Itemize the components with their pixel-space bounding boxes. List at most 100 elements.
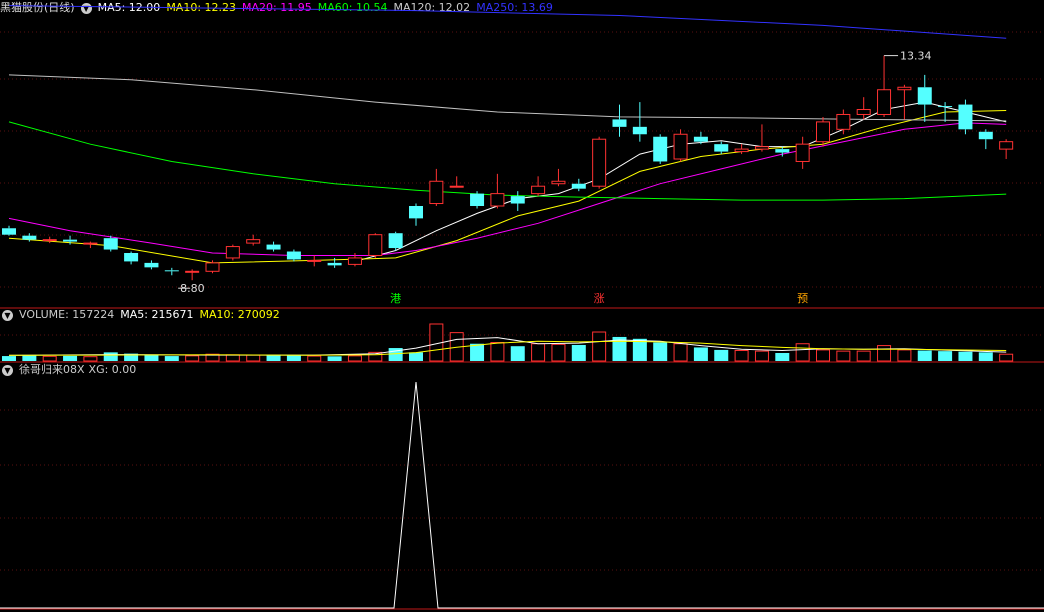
volume-bar (63, 355, 78, 361)
candle-body (246, 239, 261, 244)
ma-line-ma60 (8, 121, 1007, 201)
low-label: 8.80 (180, 282, 205, 295)
candle-body (327, 262, 342, 266)
volume-bar (917, 350, 932, 361)
ma-line-ma10 (8, 110, 1007, 264)
candle-body (836, 113, 851, 130)
candle-body (714, 144, 729, 152)
candle-body (816, 121, 830, 143)
volume-bar (653, 342, 668, 361)
ma-line-ma20 (8, 122, 1007, 256)
signal-marker: 涨 (594, 292, 605, 305)
candle-body (673, 133, 688, 160)
volume-bar (938, 351, 953, 361)
volume-bar (83, 356, 98, 362)
candle-body (592, 138, 607, 187)
volume-bar (307, 355, 322, 362)
candle-body (429, 180, 444, 205)
candle-body (917, 87, 932, 105)
volume-bar (347, 355, 362, 362)
signal-marker: 港 (390, 292, 401, 305)
candle-body (347, 257, 362, 265)
volume-bar (551, 343, 566, 362)
candle-body (368, 234, 383, 256)
candle-body (775, 149, 790, 153)
ma-line-ma250 (8, 5, 1007, 39)
volume-bar (42, 355, 57, 362)
candle-body (978, 131, 993, 140)
candle-body (510, 196, 525, 204)
candle-body (571, 183, 586, 189)
candle-body (63, 239, 78, 242)
volume-bar (775, 352, 790, 361)
candle-body (2, 228, 16, 235)
candle-body (388, 233, 403, 249)
candle-body (164, 270, 179, 272)
candle-body (144, 262, 159, 268)
volume-bar (958, 351, 973, 361)
candle-body (551, 180, 566, 185)
candle-body (286, 251, 301, 260)
volume-bar (734, 350, 749, 362)
volume-bar (286, 355, 301, 361)
candle-body (266, 244, 281, 250)
volume-bar (531, 343, 546, 362)
candle-body (307, 259, 322, 262)
candle-body (999, 141, 1014, 150)
signal-marker: 预 (797, 292, 808, 305)
volume-bar (2, 356, 16, 361)
volume-bar (714, 349, 729, 361)
stock-chart[interactable]: 13.34 8.80 港 涨 预 (0, 0, 1044, 612)
candle-body (795, 143, 810, 162)
candle-body (897, 86, 912, 91)
candle-body (612, 119, 627, 127)
ma-line-ma5 (354, 101, 1007, 262)
volume-bar (246, 354, 261, 362)
volume-bar (164, 356, 179, 361)
volume-bar (22, 355, 37, 361)
candle-body (83, 242, 98, 245)
volume-bar (470, 343, 485, 361)
volume-bar (185, 355, 200, 362)
volume-bar (856, 350, 871, 362)
candle-body (531, 185, 546, 195)
volume-bar (409, 352, 423, 361)
candle-body (490, 193, 505, 207)
volume-bar (999, 353, 1014, 362)
volume-bar (897, 349, 912, 362)
candle-body (754, 146, 769, 150)
volume-ma-line (8, 337, 1007, 356)
candle-body (653, 136, 668, 162)
xg-indicator-line (0, 381, 1044, 609)
volume-bar (693, 347, 708, 361)
volume-bar (795, 343, 810, 362)
candle-body (632, 126, 647, 135)
candle-body (734, 148, 749, 153)
volume-bar (327, 356, 342, 361)
candle-body (205, 262, 220, 272)
candle-body (693, 136, 708, 142)
volume-bar (225, 354, 240, 362)
ma-line-ma120 (8, 74, 1007, 122)
volume-bar (103, 352, 118, 361)
candle-body (470, 193, 485, 206)
candle-body (856, 109, 871, 115)
volume-ma-line (8, 340, 1007, 356)
candle-body (449, 185, 464, 188)
candle-body (409, 206, 423, 219)
high-label: 13.34 (900, 50, 932, 63)
volume-bar (754, 350, 769, 362)
candle-body (42, 239, 57, 242)
candle-body (958, 104, 973, 130)
volume-bar (490, 342, 505, 362)
candle-body (938, 106, 953, 108)
volume-bar (816, 349, 830, 362)
candle-body (22, 235, 37, 240)
volume-bar (673, 343, 688, 362)
candle-body (103, 238, 118, 250)
volume-bar (978, 352, 993, 361)
candle-body (124, 253, 139, 262)
candle-body (877, 89, 892, 115)
volume-bar (144, 354, 159, 361)
candle-body (185, 270, 200, 273)
